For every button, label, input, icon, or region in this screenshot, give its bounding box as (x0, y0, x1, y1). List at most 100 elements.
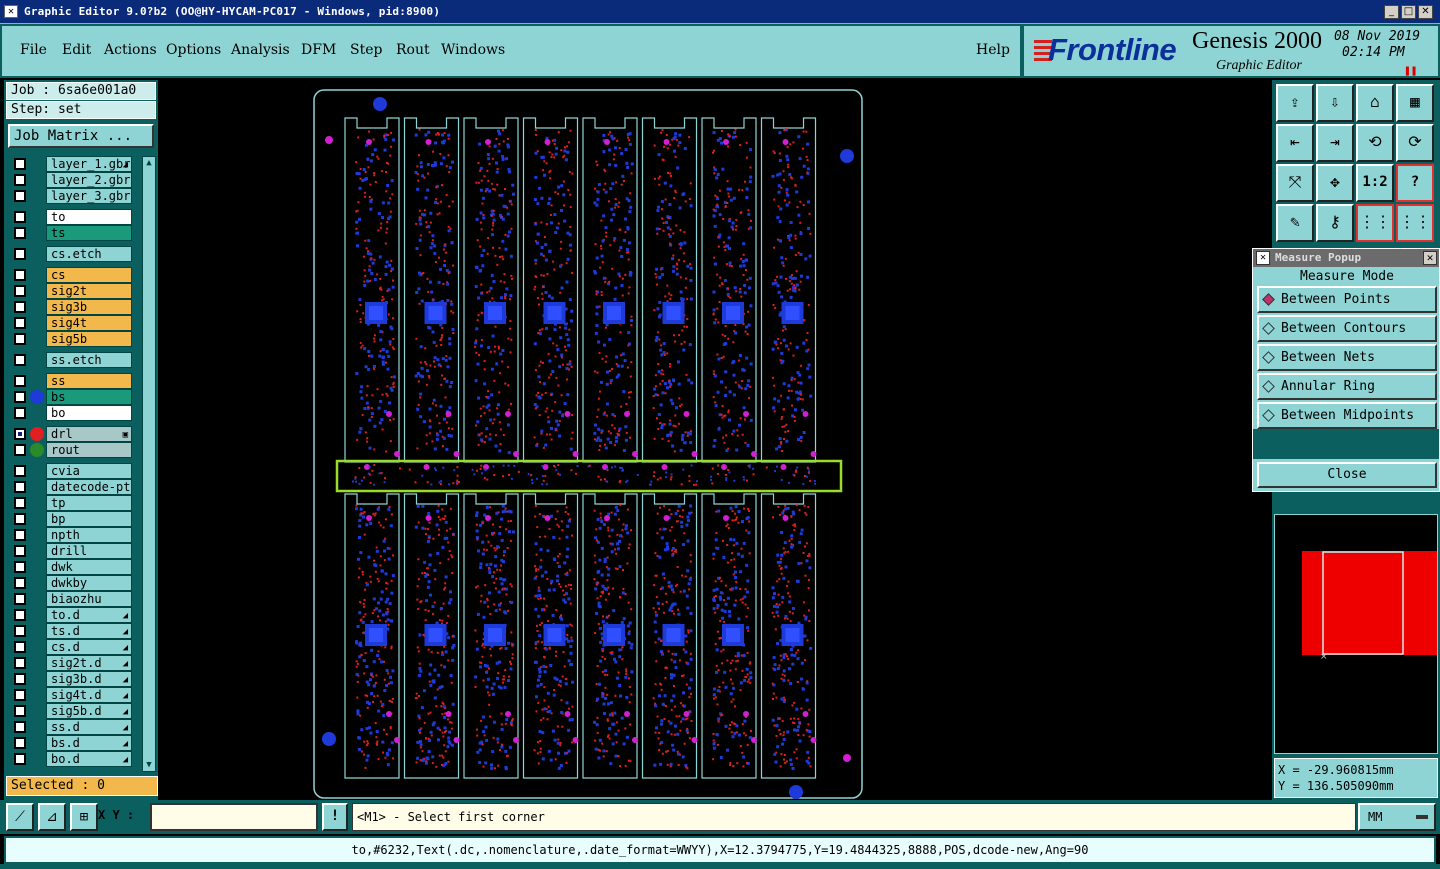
swap-icon[interactable]: ⟲ (1356, 124, 1394, 162)
nets-icon[interactable]: ⋮⋮ (1356, 204, 1394, 242)
layer-checkbox[interactable] (14, 248, 26, 260)
layer-name[interactable]: tp (46, 495, 132, 511)
layer-checkbox[interactable] (14, 561, 26, 573)
measure-option[interactable]: Between Contours (1257, 315, 1437, 342)
layer-row[interactable]: sig4t (8, 315, 134, 331)
layer-scrollbar[interactable]: ▲ ▼ (142, 156, 156, 772)
layer-checkbox[interactable] (14, 301, 26, 313)
prev-icon[interactable]: ⇤ (1276, 124, 1314, 162)
layer-checkbox[interactable] (14, 354, 26, 366)
scroll-down-icon[interactable]: ▼ (144, 759, 154, 771)
minimize-button[interactable]: _ (1384, 5, 1399, 19)
layer-name[interactable]: npth (46, 527, 132, 543)
layer-row[interactable]: ss.etch (8, 352, 134, 368)
layer-checkbox[interactable] (14, 657, 26, 669)
layer-row[interactable]: sig5b.d ◢ (8, 703, 134, 719)
layer-checkbox[interactable] (14, 689, 26, 701)
layer-checkbox[interactable] (14, 407, 26, 419)
menu-analysis[interactable]: Analysis (231, 42, 290, 58)
layer-checkbox[interactable] (14, 190, 26, 202)
menu-edit[interactable]: Edit (62, 42, 91, 58)
layer-row[interactable]: bo.d ◢ (8, 751, 134, 767)
layer-name[interactable]: cs (46, 267, 132, 283)
layer-row[interactable]: sig3b (8, 299, 134, 315)
layer-checkbox[interactable] (14, 481, 26, 493)
layer-checkbox[interactable] (14, 158, 26, 170)
layer-name[interactable]: sig5b (46, 331, 132, 347)
layer-name[interactable]: layer_2.gbr (46, 172, 132, 188)
snapshot-icon[interactable]: ⇩ (1316, 84, 1354, 122)
layer-name[interactable]: sig5b.d ◢ (46, 703, 132, 719)
layer-name[interactable]: cs.etch (46, 246, 132, 262)
layer-name[interactable]: dwk (46, 559, 132, 575)
layer-checkbox[interactable] (14, 609, 26, 621)
menu-dfm[interactable]: DFM (301, 42, 336, 58)
layer-row[interactable]: bo (8, 405, 134, 421)
layer-name[interactable]: layer_3.gbr (46, 188, 132, 204)
layer-name[interactable]: bo (46, 405, 132, 421)
menu-options[interactable]: Options (166, 42, 221, 58)
layer-checkbox[interactable] (14, 497, 26, 509)
layer-row[interactable]: dwkby (8, 575, 134, 591)
layer-checkbox[interactable] (14, 333, 26, 345)
pen-icon[interactable]: ✎ (1276, 204, 1314, 242)
layer-checkbox[interactable] (14, 673, 26, 685)
layer-name[interactable]: sig2t (46, 283, 132, 299)
layer-name[interactable]: datecode-ptc (46, 479, 132, 495)
menu-step[interactable]: Step (350, 42, 382, 58)
home-icon[interactable]: ⇪ (1276, 84, 1314, 122)
measure-option[interactable]: Annular Ring (1257, 373, 1437, 400)
layer-checkbox[interactable] (14, 641, 26, 653)
layer-checkbox[interactable] (14, 721, 26, 733)
layer-name[interactable]: bs (46, 389, 132, 405)
app-icon[interactable]: ✕ (4, 5, 18, 18)
graphic-canvas[interactable] (160, 80, 1272, 800)
layer-name[interactable]: drl ▣ (46, 426, 132, 442)
layer-row[interactable]: ss.d ◢ (8, 719, 134, 735)
layer-row[interactable]: ts (8, 225, 134, 241)
popup-menu-icon[interactable]: ✕ (1256, 251, 1270, 265)
layer-row[interactable]: npth (8, 527, 134, 543)
layer-row[interactable]: cs (8, 267, 134, 283)
layer-row[interactable]: biaozhu (8, 591, 134, 607)
layer-row[interactable]: cvia (8, 463, 134, 479)
layer-row[interactable]: cs.d ◢ (8, 639, 134, 655)
layer-checkbox[interactable] (14, 577, 26, 589)
rotate-icon[interactable]: ⟳ (1396, 124, 1434, 162)
measure-option[interactable]: Between Points (1257, 286, 1437, 313)
layer-row[interactable]: bs (8, 389, 134, 405)
layer-name[interactable]: ts.d ◢ (46, 623, 132, 639)
scroll-up-icon[interactable]: ▲ (144, 157, 154, 169)
mini-view[interactable]: × (1274, 514, 1440, 754)
layer-row[interactable]: cs.etch (8, 246, 134, 262)
layer-checkbox[interactable] (14, 705, 26, 717)
layer-checkbox[interactable] (14, 391, 26, 403)
menu-rout[interactable]: Rout (396, 42, 430, 58)
layer-checkbox[interactable] (14, 753, 26, 765)
close-window-button[interactable]: ✕ (1418, 5, 1433, 19)
fit-icon[interactable]: ⤧ (1276, 164, 1314, 202)
layer-name[interactable]: bs.d ◢ (46, 735, 132, 751)
layer-row[interactable]: sig4t.d ◢ (8, 687, 134, 703)
xy-input[interactable] (150, 803, 318, 831)
compare-icon[interactable]: ⋮⋮ (1396, 204, 1434, 242)
pause-icon[interactable]: ❚❚ (1404, 64, 1417, 77)
layer-row[interactable]: datecode-ptc (8, 479, 134, 495)
measure-option[interactable]: Between Nets (1257, 344, 1437, 371)
layer-row[interactable]: layer_1.gbr ◢ (8, 156, 134, 172)
layer-name[interactable]: rout (46, 442, 132, 458)
snap-icon[interactable]: ⟋ (6, 803, 34, 831)
layer-name[interactable]: bo.d ◢ (46, 751, 132, 767)
job-matrix-button[interactable]: Job Matrix ... (8, 124, 154, 148)
layer-name[interactable]: ss (46, 373, 132, 389)
layer-row[interactable]: dwk (8, 559, 134, 575)
menu-help[interactable]: Help (976, 42, 1010, 58)
layer-name[interactable]: sig2t.d ◢ (46, 655, 132, 671)
menu-actions[interactable]: Actions (104, 42, 157, 58)
layer-name[interactable]: sig3b.d ◢ (46, 671, 132, 687)
layer-checkbox[interactable] (14, 375, 26, 387)
layer-row[interactable]: layer_3.gbr (8, 188, 134, 204)
layer-checkbox[interactable] (14, 444, 26, 456)
popup-close-icon[interactable]: ✕ (1423, 251, 1437, 265)
layer-checkbox[interactable] (14, 593, 26, 605)
